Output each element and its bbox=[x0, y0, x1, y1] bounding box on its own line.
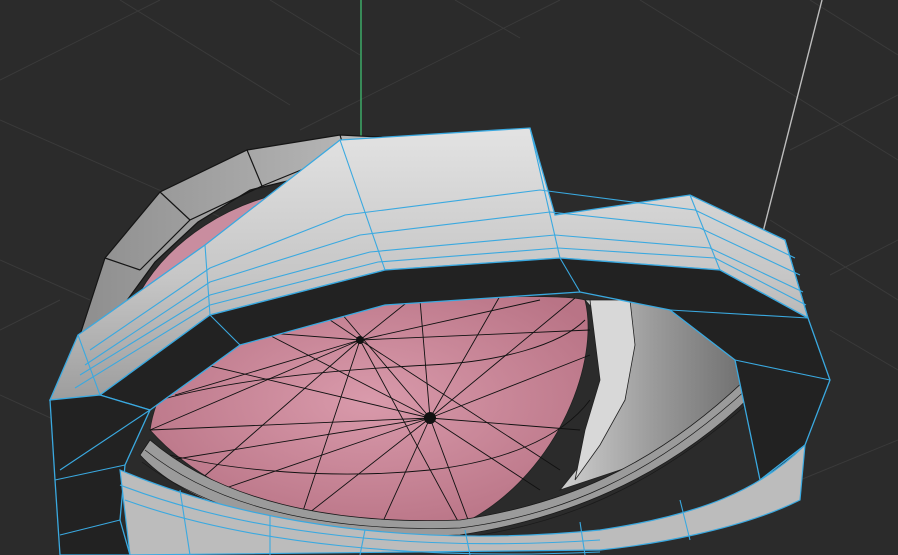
viewport-canvas[interactable] bbox=[0, 0, 898, 555]
pole-vertex bbox=[424, 412, 436, 424]
pole-vertex bbox=[356, 336, 364, 344]
3d-viewport[interactable] bbox=[0, 0, 898, 555]
